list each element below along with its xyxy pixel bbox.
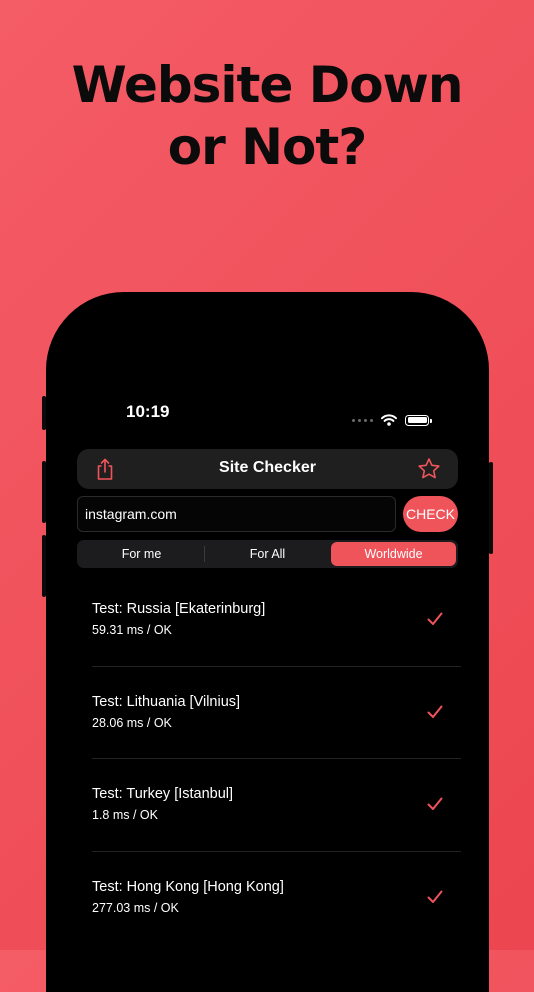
result-title: Test: Russia [Ekaterinburg] <box>92 601 266 617</box>
result-row[interactable]: Test: Lithuania [Vilnius] 28.06 ms / OK <box>92 667 461 759</box>
star-icon[interactable] <box>417 457 441 481</box>
checkmark-icon <box>427 705 443 718</box>
status-indicators <box>352 414 432 426</box>
result-latency: 277.03 ms / OK <box>92 900 179 915</box>
nav-bar: Site Checker <box>77 449 458 489</box>
headline-line-2: or Not? <box>167 118 368 176</box>
result-title: Test: Turkey [Istanbul] <box>92 786 234 802</box>
segment-worldwide[interactable]: Worldwide <box>331 542 456 566</box>
checkmark-icon <box>427 797 443 810</box>
segment-for-all[interactable]: For All <box>205 542 330 566</box>
phone-power-button <box>489 462 493 554</box>
result-row[interactable]: Test: Hong Kong [Hong Kong] 277.03 ms / … <box>92 852 461 944</box>
share-icon[interactable] <box>94 457 116 481</box>
wifi-icon <box>381 414 397 426</box>
result-title: Test: Hong Kong [Hong Kong] <box>92 878 284 895</box>
checkmark-icon <box>427 890 443 903</box>
url-input[interactable] <box>77 496 396 532</box>
status-time: 10:19 <box>126 402 170 421</box>
result-latency: 28.06 ms / OK <box>92 715 172 730</box>
result-title: Test: Lithuania [Vilnius] <box>92 693 241 710</box>
scope-segmented-control: For me For All Worldwide <box>77 540 458 568</box>
result-row[interactable]: Test: Russia [Ekaterinburg] 59.31 ms / O… <box>92 574 461 667</box>
result-latency: 1.8 ms / OK <box>92 808 158 822</box>
battery-icon <box>405 414 432 426</box>
headline-line-1: Website Down <box>71 56 464 114</box>
result-row[interactable]: Test: Turkey [Istanbul] 1.8 ms / OK <box>92 759 461 852</box>
checkmark-icon <box>427 612 443 625</box>
headline: Website Down or Not? <box>0 54 534 178</box>
app-title: Site Checker <box>219 459 316 476</box>
results-list: Test: Russia [Ekaterinburg] 59.31 ms / O… <box>92 574 461 943</box>
cellular-signal-icon <box>352 418 373 422</box>
segment-for-me[interactable]: For me <box>79 542 204 566</box>
check-button[interactable]: CHECK <box>403 496 458 532</box>
phone-screen: 10:19 Site Checker CHECK For me For All … <box>46 292 489 992</box>
result-latency: 59.31 ms / OK <box>92 623 172 637</box>
